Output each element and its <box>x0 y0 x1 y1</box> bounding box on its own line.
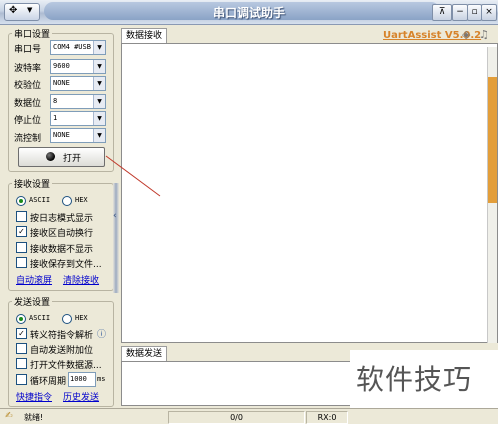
status-counter-rx-value: RX:0 <box>317 413 337 422</box>
watermark-text: 软件技巧 <box>356 363 473 396</box>
status-counter-tx: 0/0 <box>168 411 305 424</box>
app-window: ✥ ▼ 串口调试助手 ⊼ − ▫ × 串口设置 串口号 COM4 #USB ▼ 波… <box>0 0 498 424</box>
status-counter-tx-value: 0/0 <box>230 413 243 422</box>
status-ready: 就绪! <box>24 413 44 422</box>
watermark: 软件技巧 <box>350 350 498 408</box>
ready-icon: ✍ <box>5 411 13 421</box>
status-counter-rx: RX:0 <box>306 411 348 424</box>
status-bar: ✍ 就绪! 0/0 RX:0 <box>0 408 498 424</box>
